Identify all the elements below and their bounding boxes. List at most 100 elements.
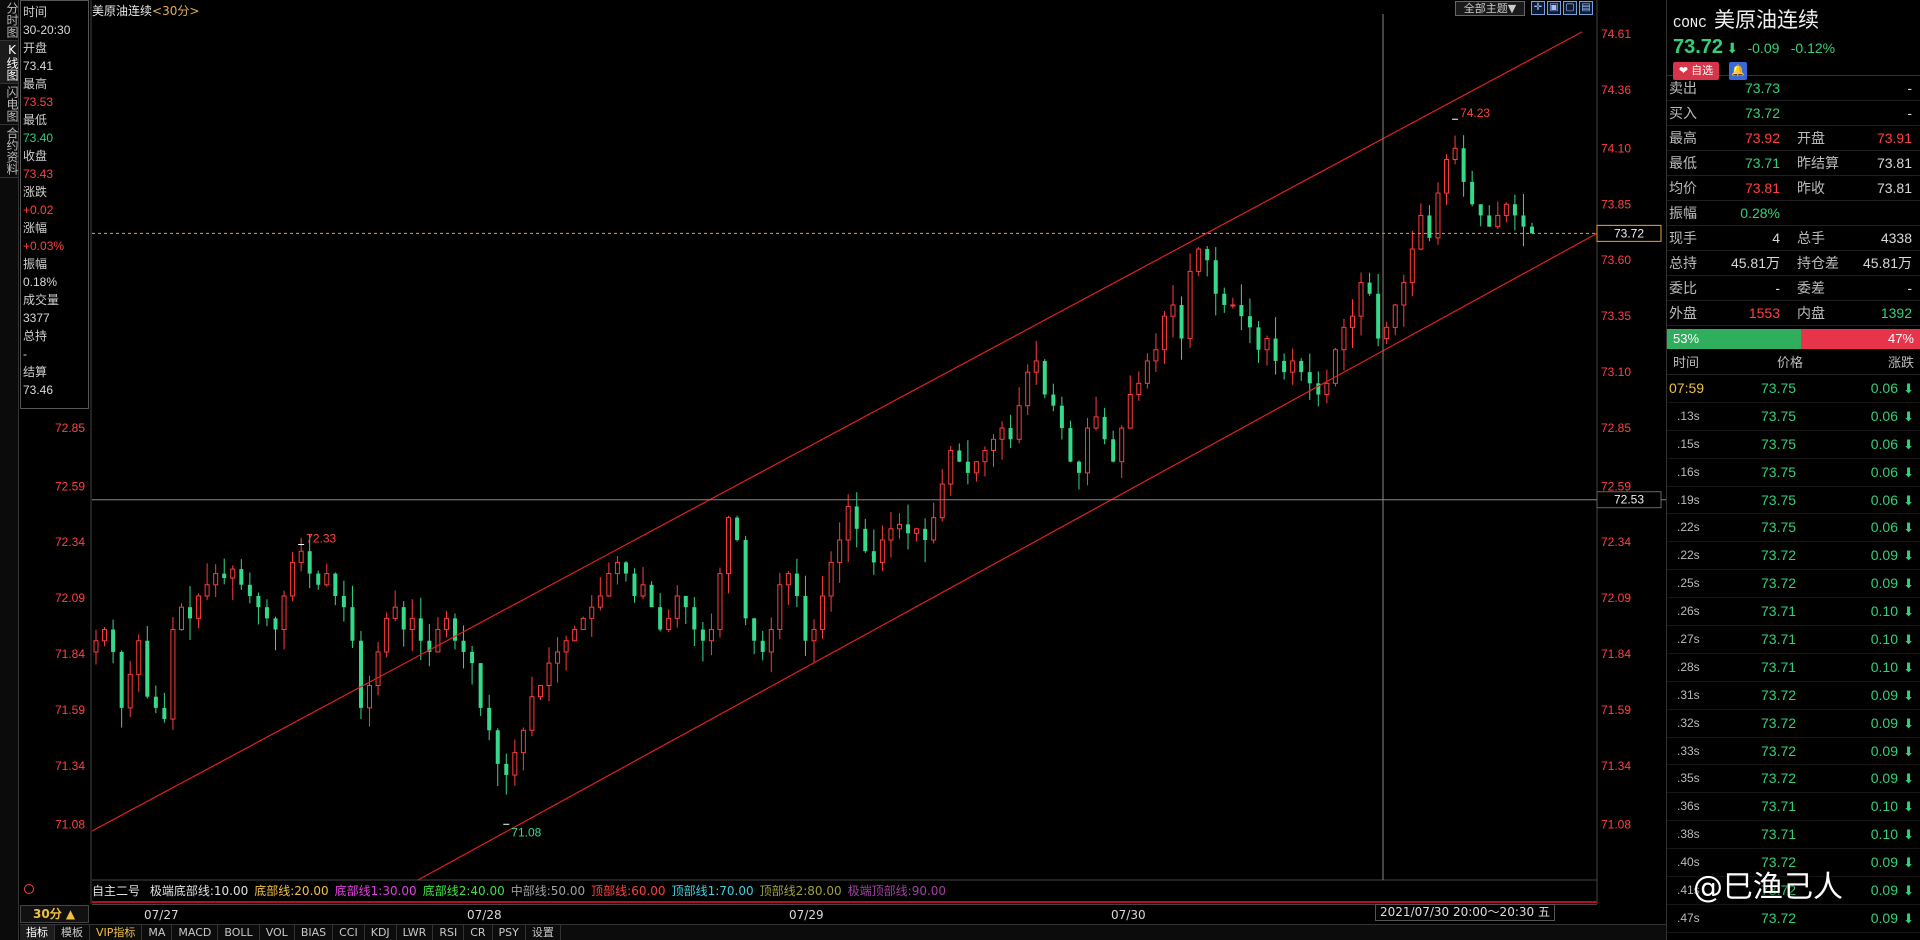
tick-row[interactable]: .22s 73.72 0.09 ⬇ [1667, 542, 1920, 571]
candle-body [213, 573, 219, 586]
quote-row: 总持 45.81万 持仓差 45.81万 [1667, 251, 1920, 276]
indicator-tab[interactable]: CR [464, 925, 493, 940]
tick-row[interactable]: .25s 73.72 0.09 ⬇ [1667, 570, 1920, 599]
tick-row[interactable]: .28s 73.71 0.10 ⬇ [1667, 654, 1920, 682]
tick-time: .16s [1677, 464, 1700, 479]
tick-change: 0.09 [1870, 575, 1898, 592]
tick-row[interactable]: 07:59 73.75 0.06 ⬇ [1667, 375, 1920, 403]
buy-sell-ratio-bar: 53% 47% [1667, 329, 1920, 349]
date-label: 07/27 [144, 908, 179, 922]
tick-row[interactable]: .31s 73.72 0.09 ⬇ [1667, 682, 1920, 710]
period-selector[interactable]: 30分 ▲ [20, 905, 89, 923]
tick-row[interactable]: .38s 73.71 0.10 ⬇ [1667, 821, 1920, 850]
tick-row[interactable]: .22s 73.75 0.06 ⬇ [1667, 514, 1920, 543]
indicator-toggle-icon[interactable] [24, 884, 34, 894]
tick-row[interactable]: .27s 73.71 0.10 ⬇ [1667, 626, 1920, 654]
tick-price: 73.75 [1761, 380, 1797, 396]
indicator-tab[interactable]: MA [142, 925, 173, 940]
tick-change: 0.10 [1870, 603, 1898, 620]
candle-body [333, 573, 338, 596]
candle-body [1273, 338, 1278, 361]
crosshair-tool-icon[interactable]: ✛ [1531, 1, 1545, 15]
info-value: 3377 [23, 311, 50, 325]
tick-row[interactable]: .36s 73.71 0.10 ⬇ [1667, 793, 1920, 822]
candle-body [837, 539, 843, 563]
candle-body [1008, 428, 1013, 440]
tick-time: .31s [1677, 687, 1700, 702]
tick-time: .19s [1677, 492, 1700, 507]
quote-table: 卖出 73.73 - 买入 73.72 - 最高 73.92 开盘 73.91 最低 73.71 昨结算… [1667, 76, 1920, 326]
kline-chart-area[interactable]: 74.61 74.36 74.10 73.85 73.60 73.35 73.10 72.85… [0, 0, 1666, 904]
down-arrow-icon: ⬇ [1903, 576, 1914, 592]
indicator-param: 极端顶部线:90.00 [847, 884, 947, 898]
candle-body [1247, 316, 1252, 328]
indicator-tab[interactable]: VOL [260, 925, 295, 940]
tick-row[interactable]: .33s 73.72 0.09 ⬇ [1667, 738, 1920, 766]
tick-price: 73.72 [1761, 770, 1797, 787]
candle-body [1239, 304, 1244, 317]
candle-body [512, 752, 518, 776]
y-tick-label-right: 74.61 [1601, 27, 1631, 41]
candle-body [1187, 270, 1193, 340]
indicator-tab[interactable]: PSY [493, 925, 526, 940]
candle-body [1059, 405, 1064, 429]
candle-body [188, 607, 193, 619]
tick-row[interactable]: .19s 73.75 0.06 ⬇ [1667, 487, 1920, 515]
tick-row[interactable]: .16s 73.75 0.06 ⬇ [1667, 459, 1920, 487]
candle-body [1392, 304, 1398, 328]
quote-label: 总手 [1797, 230, 1825, 246]
y-tick-label-left: 71.34 [55, 759, 85, 773]
indicator-name[interactable]: 自主二号 [92, 884, 140, 898]
indicator-tab[interactable]: KDJ [365, 925, 397, 940]
theme-dropdown-button[interactable]: 全部主题▼ [1455, 1, 1525, 16]
indicator-tab[interactable]: RSI [433, 925, 465, 940]
tick-row[interactable]: .26s 73.71 0.10 ⬇ [1667, 598, 1920, 627]
indicator-tab[interactable]: BOLL [218, 925, 260, 940]
indicator-tabs: 指标 模板 VIP指标 MA MACD BOLL VOL BIAS CCI KDJ LWR RSI CR… [20, 924, 1666, 940]
candle-body [640, 584, 646, 597]
indicator-tab[interactable]: MACD [172, 925, 219, 940]
candle-body [580, 617, 586, 631]
y-tick-label-right: 74.36 [1601, 83, 1631, 97]
crosshair-date-label: 2021/07/30 20:00～20:30 五 [1375, 904, 1555, 921]
candle-body [845, 505, 851, 541]
candle-body [888, 528, 894, 541]
candle-body [1264, 338, 1270, 351]
last-price: 73.72 [1673, 36, 1724, 58]
indicator-tab[interactable]: BIAS [295, 925, 334, 940]
candle-body [896, 523, 902, 530]
candle-body [298, 550, 304, 563]
tick-row[interactable]: .15s 73.75 0.06 ⬇ [1667, 431, 1920, 459]
settings-tool-icon[interactable]: ▤ [1579, 1, 1593, 15]
indicator-tab[interactable]: LWR [397, 925, 434, 940]
indicator-tab[interactable]: 指标 [20, 925, 55, 940]
y-tick-label-right: 73.10 [1601, 365, 1631, 379]
tick-row[interactable]: .35s 73.72 0.09 ⬇ [1667, 765, 1920, 794]
indicator-tab[interactable]: 模板 [55, 925, 90, 940]
quote-label: 现手 [1669, 230, 1697, 246]
down-arrow-icon: ⬇ [1903, 492, 1914, 508]
tick-change: 0.06 [1870, 435, 1898, 452]
candle-body [1085, 427, 1091, 474]
indicator-tab[interactable]: VIP指标 [90, 925, 143, 940]
indicator-params: 自主二号 极端底部线:10.00 底部线:20.00 底部线1:30.00 底部线2:… [92, 882, 952, 900]
y-tick-label-right: 73.35 [1601, 309, 1631, 323]
window-tool-icon[interactable]: ▢ [1563, 1, 1577, 15]
layout-tool-icon[interactable]: ▣ [1547, 1, 1561, 15]
tick-price: 73.71 [1761, 798, 1797, 815]
indicator-tab[interactable]: CCI [333, 925, 365, 940]
tick-row[interactable]: .13s 73.75 0.06 ⬇ [1667, 403, 1920, 431]
tick-price: 73.71 [1761, 603, 1797, 620]
candle-body [1111, 439, 1116, 462]
indicator-param: 顶部线2:80.00 [759, 884, 842, 898]
indicator-tab[interactable]: 设置 [526, 925, 561, 940]
kline-chart[interactable]: 74.61 74.36 74.10 73.85 73.60 73.35 73.10 72.85… [0, 0, 1666, 904]
candle-body [1521, 215, 1526, 227]
tick-row[interactable]: .32s 73.72 0.09 ⬇ [1667, 710, 1920, 738]
tick-time: .35s [1677, 771, 1700, 786]
tick-price: 73.72 [1761, 742, 1797, 759]
tick-row[interactable]: .47s 73.72 0.09 ⬇ [1667, 905, 1920, 933]
candle-body [504, 763, 509, 776]
tick-list[interactable]: 07:59 73.75 0.06 ⬇ .13s 73.75 0.06 ⬇ .15s 73.75 0.… [1667, 375, 1920, 933]
candle-body [1341, 326, 1347, 351]
